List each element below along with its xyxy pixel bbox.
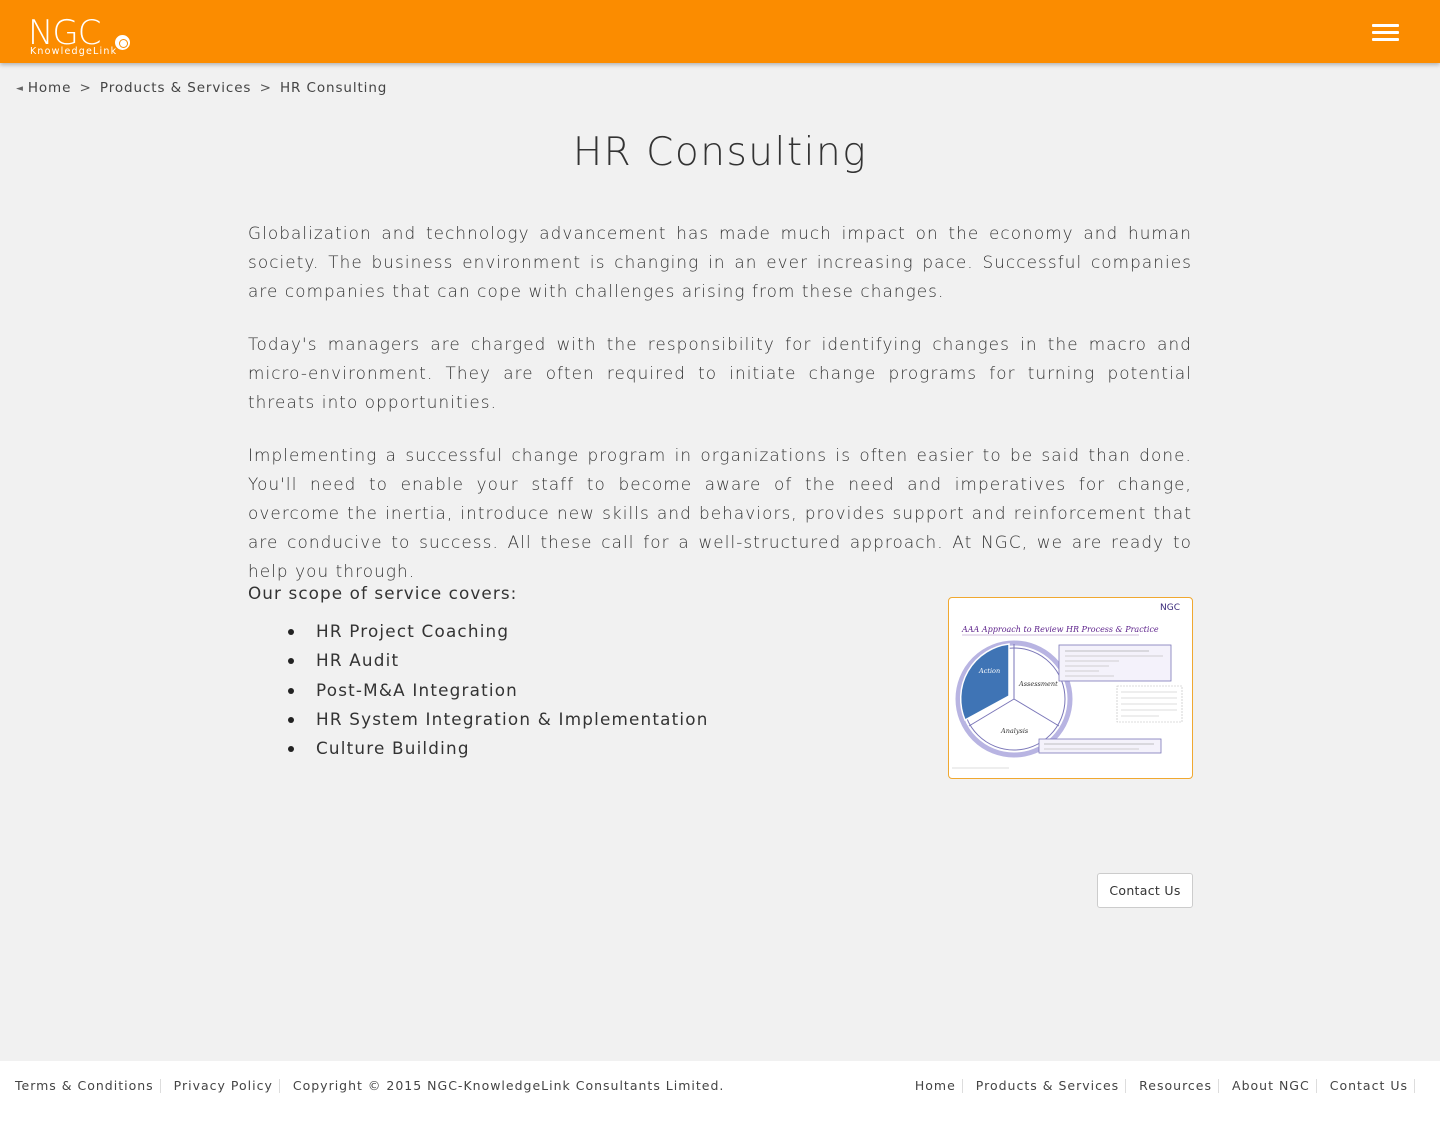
scope-list: HR Project Coaching HR Audit Post-M&A In… <box>288 617 709 763</box>
list-item: HR Audit <box>288 646 709 675</box>
breadcrumb-products-services[interactable]: Products & Services <box>100 80 251 96</box>
menu-bar <box>1372 24 1399 27</box>
paragraph: Today's managers are charged with the re… <box>248 334 1192 412</box>
footer-link-products-services[interactable]: Products & Services <box>976 1078 1119 1093</box>
list-item: HR System Integration & Implementation <box>288 705 709 734</box>
diagram-callout-box <box>1058 644 1172 682</box>
list-item: Culture Building <box>288 734 709 763</box>
hamburger-menu-icon[interactable] <box>1372 22 1400 42</box>
footer-link-resources[interactable]: Resources <box>1139 1078 1212 1093</box>
footer-divider <box>1125 1078 1127 1093</box>
logo-subtext: KnowledgeLink <box>30 46 118 57</box>
menu-bar <box>1372 38 1399 41</box>
diagram-title: AAA Approach to Review HR Process & Prac… <box>961 625 1159 634</box>
list-item: Post-M&A Integration <box>288 676 709 705</box>
footer-copyright: Copyright © 2015 NGC-KnowledgeLink Consu… <box>292 1078 725 1093</box>
footer-divider <box>1315 1078 1317 1093</box>
footer-link-privacy[interactable]: Privacy Policy <box>174 1078 273 1093</box>
diagram-brand: NGC <box>1160 603 1180 613</box>
breadcrumb: ◄ Home > Products & Services > HR Consult… <box>16 80 387 96</box>
page-title: HR Consulting <box>572 130 868 175</box>
breadcrumb-separator: > <box>259 80 272 96</box>
footer-nav-links: Home Products & Services Resources About… <box>915 1078 1415 1093</box>
diagram-label-analysis: Analysis <box>1000 727 1029 735</box>
list-item: HR Project Coaching <box>288 617 709 646</box>
intro-content: Globalization and technology advancement… <box>248 219 1192 610</box>
logo-text: NGC <box>28 13 102 53</box>
diagram-image: NGC AAA Approach to Review HR Process & … <box>952 603 1183 769</box>
breadcrumb-home[interactable]: Home <box>28 80 71 96</box>
breadcrumb-current: HR Consulting <box>279 80 388 96</box>
aaa-approach-diagram[interactable]: NGC AAA Approach to Review HR Process & … <box>948 597 1193 779</box>
home-icon: ◄ <box>16 84 24 94</box>
footer-link-contact[interactable]: Contact Us <box>1330 1078 1408 1093</box>
footer-link-terms[interactable]: Terms & Conditions <box>15 1078 154 1093</box>
breadcrumb-separator: > <box>79 80 92 96</box>
footer-divider <box>1218 1078 1220 1093</box>
paragraph: Implementing a successful change program… <box>248 445 1192 581</box>
contact-us-button[interactable]: Contact Us <box>1097 873 1193 908</box>
footer: Terms & Conditions Privacy Policy Copyri… <box>0 1061 1440 1121</box>
footer-divider <box>1414 1078 1415 1093</box>
footer-divider <box>961 1078 963 1093</box>
footer-left-links: Terms & Conditions Privacy Policy Copyri… <box>15 1078 724 1093</box>
footer-link-about[interactable]: About NGC <box>1232 1078 1310 1093</box>
diagram-label-action: Action <box>978 667 1000 675</box>
top-navbar: NGC KnowledgeLink <box>0 0 1440 63</box>
footer-link-home[interactable]: Home <box>915 1078 956 1093</box>
footer-divider <box>278 1078 280 1093</box>
menu-bar <box>1372 31 1399 34</box>
footer-divider <box>159 1078 161 1093</box>
diagram-bottom-box <box>1038 738 1162 754</box>
paragraph: Globalization and technology advancement… <box>248 223 1192 301</box>
scope-intro: Our scope of service covers: <box>248 583 518 603</box>
ngc-logo[interactable]: NGC KnowledgeLink <box>28 16 138 60</box>
diagram-label-assessment: Assessment <box>1018 680 1058 688</box>
